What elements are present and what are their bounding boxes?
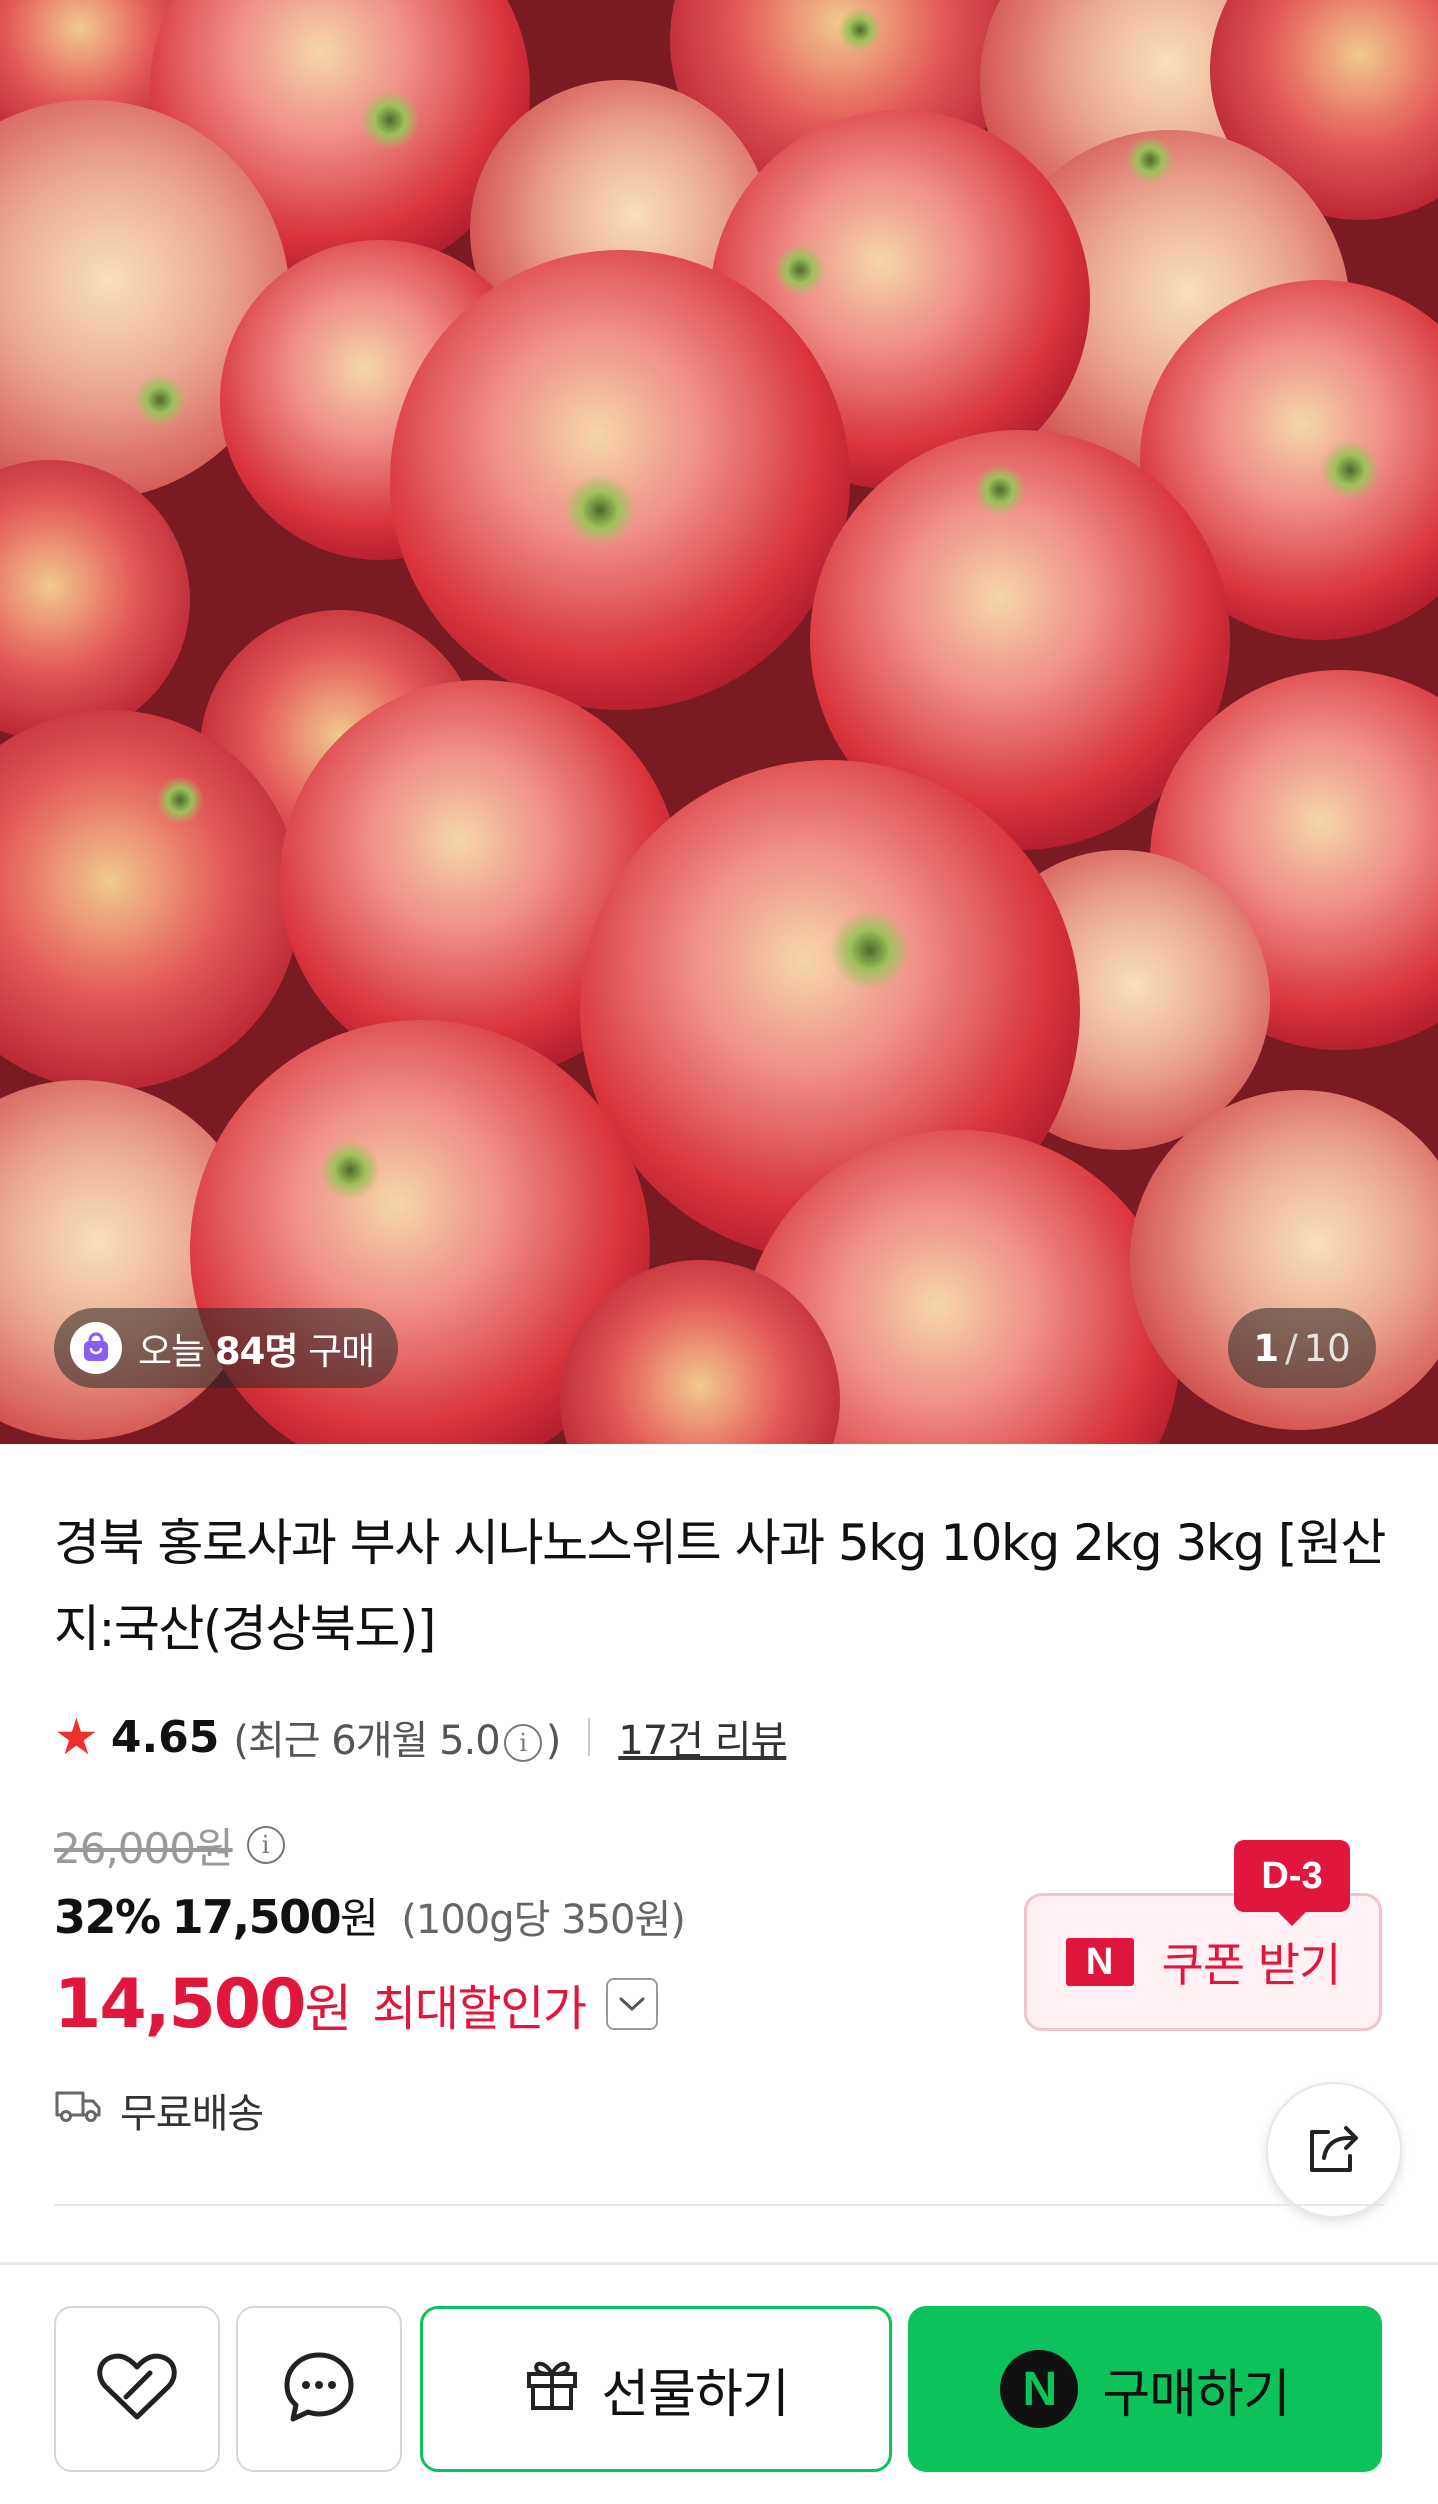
share-icon [1302,2118,1366,2182]
info-icon[interactable]: i [503,1724,542,1762]
truck-icon [54,2085,102,2135]
sale-price-row: 32% 17,500 원 (100g당 350원) [54,1885,686,1951]
chevron-down-icon[interactable] [605,1978,658,2030]
gift-button[interactable]: 선물하기 [420,2306,892,2472]
product-image[interactable]: 오늘 84명 구매 1/10 [0,0,1438,1444]
rating-score: 4.65 [110,1711,220,1763]
divider [588,1718,591,1756]
buy-label: 구매하기 [1102,2364,1290,2425]
chat-bubble-icon [281,2349,357,2429]
talk-button[interactable] [236,2306,402,2472]
image-page-counter: 1/10 [1228,1308,1376,1388]
share-button[interactable] [1266,2082,1402,2218]
divider [54,2204,1384,2206]
like-button[interactable] [54,2306,220,2472]
bottom-bar-border [0,2262,1438,2265]
coupon-dday-badge: D-3 [1234,1840,1350,1926]
review-count-link[interactable]: 17건 리뷰 [618,1708,787,1766]
max-discount-label: 최대할인가 [372,1981,587,2037]
buy-button[interactable]: N 구매하기 [908,2306,1382,2472]
heart-icon [96,2351,178,2427]
rating-row[interactable]: ★ 4.65 (최근 6개월 5.0 i) 17건 리뷰 [54,1705,787,1769]
coupon-button[interactable]: N 쿠폰 받기 [1024,1893,1382,2031]
sale-price: 17,500 [171,1890,342,1944]
product-title: 경북 홍로사과 부사 시나노스위트 사과 5kg 10kg 2kg 3kg [원… [54,1514,1386,1658]
shopping-bag-icon [70,1322,122,1374]
gift-icon [523,2354,581,2425]
apple-photo [0,0,1438,1444]
original-price: 26,000원 i [54,1815,289,1875]
shipping-info: 무료배송 [54,2082,264,2138]
shipping-label: 무료배송 [120,2091,264,2137]
max-discount-price: 14,500 [54,1964,306,2044]
star-icon: ★ [54,1708,99,1766]
discount-percent: 32% [54,1890,161,1944]
coupon-label: 쿠폰 받기 [1161,1938,1342,1992]
today-purchase-text: 오늘 84명 구매 [138,1330,375,1373]
price-info-icon[interactable]: i [246,1826,285,1864]
naver-n-icon: N [1065,1938,1134,1986]
naver-pay-icon: N [1000,2350,1079,2428]
recent-rating: (최근 6개월 5.0 i) [233,1718,561,1764]
max-discount-row[interactable]: 14,500 원 최대할인가 [54,1960,658,2048]
gift-label: 선물하기 [601,2364,789,2425]
unit-price: (100g당 350원) [401,1897,686,1943]
today-purchase-badge: 오늘 84명 구매 [54,1308,399,1388]
